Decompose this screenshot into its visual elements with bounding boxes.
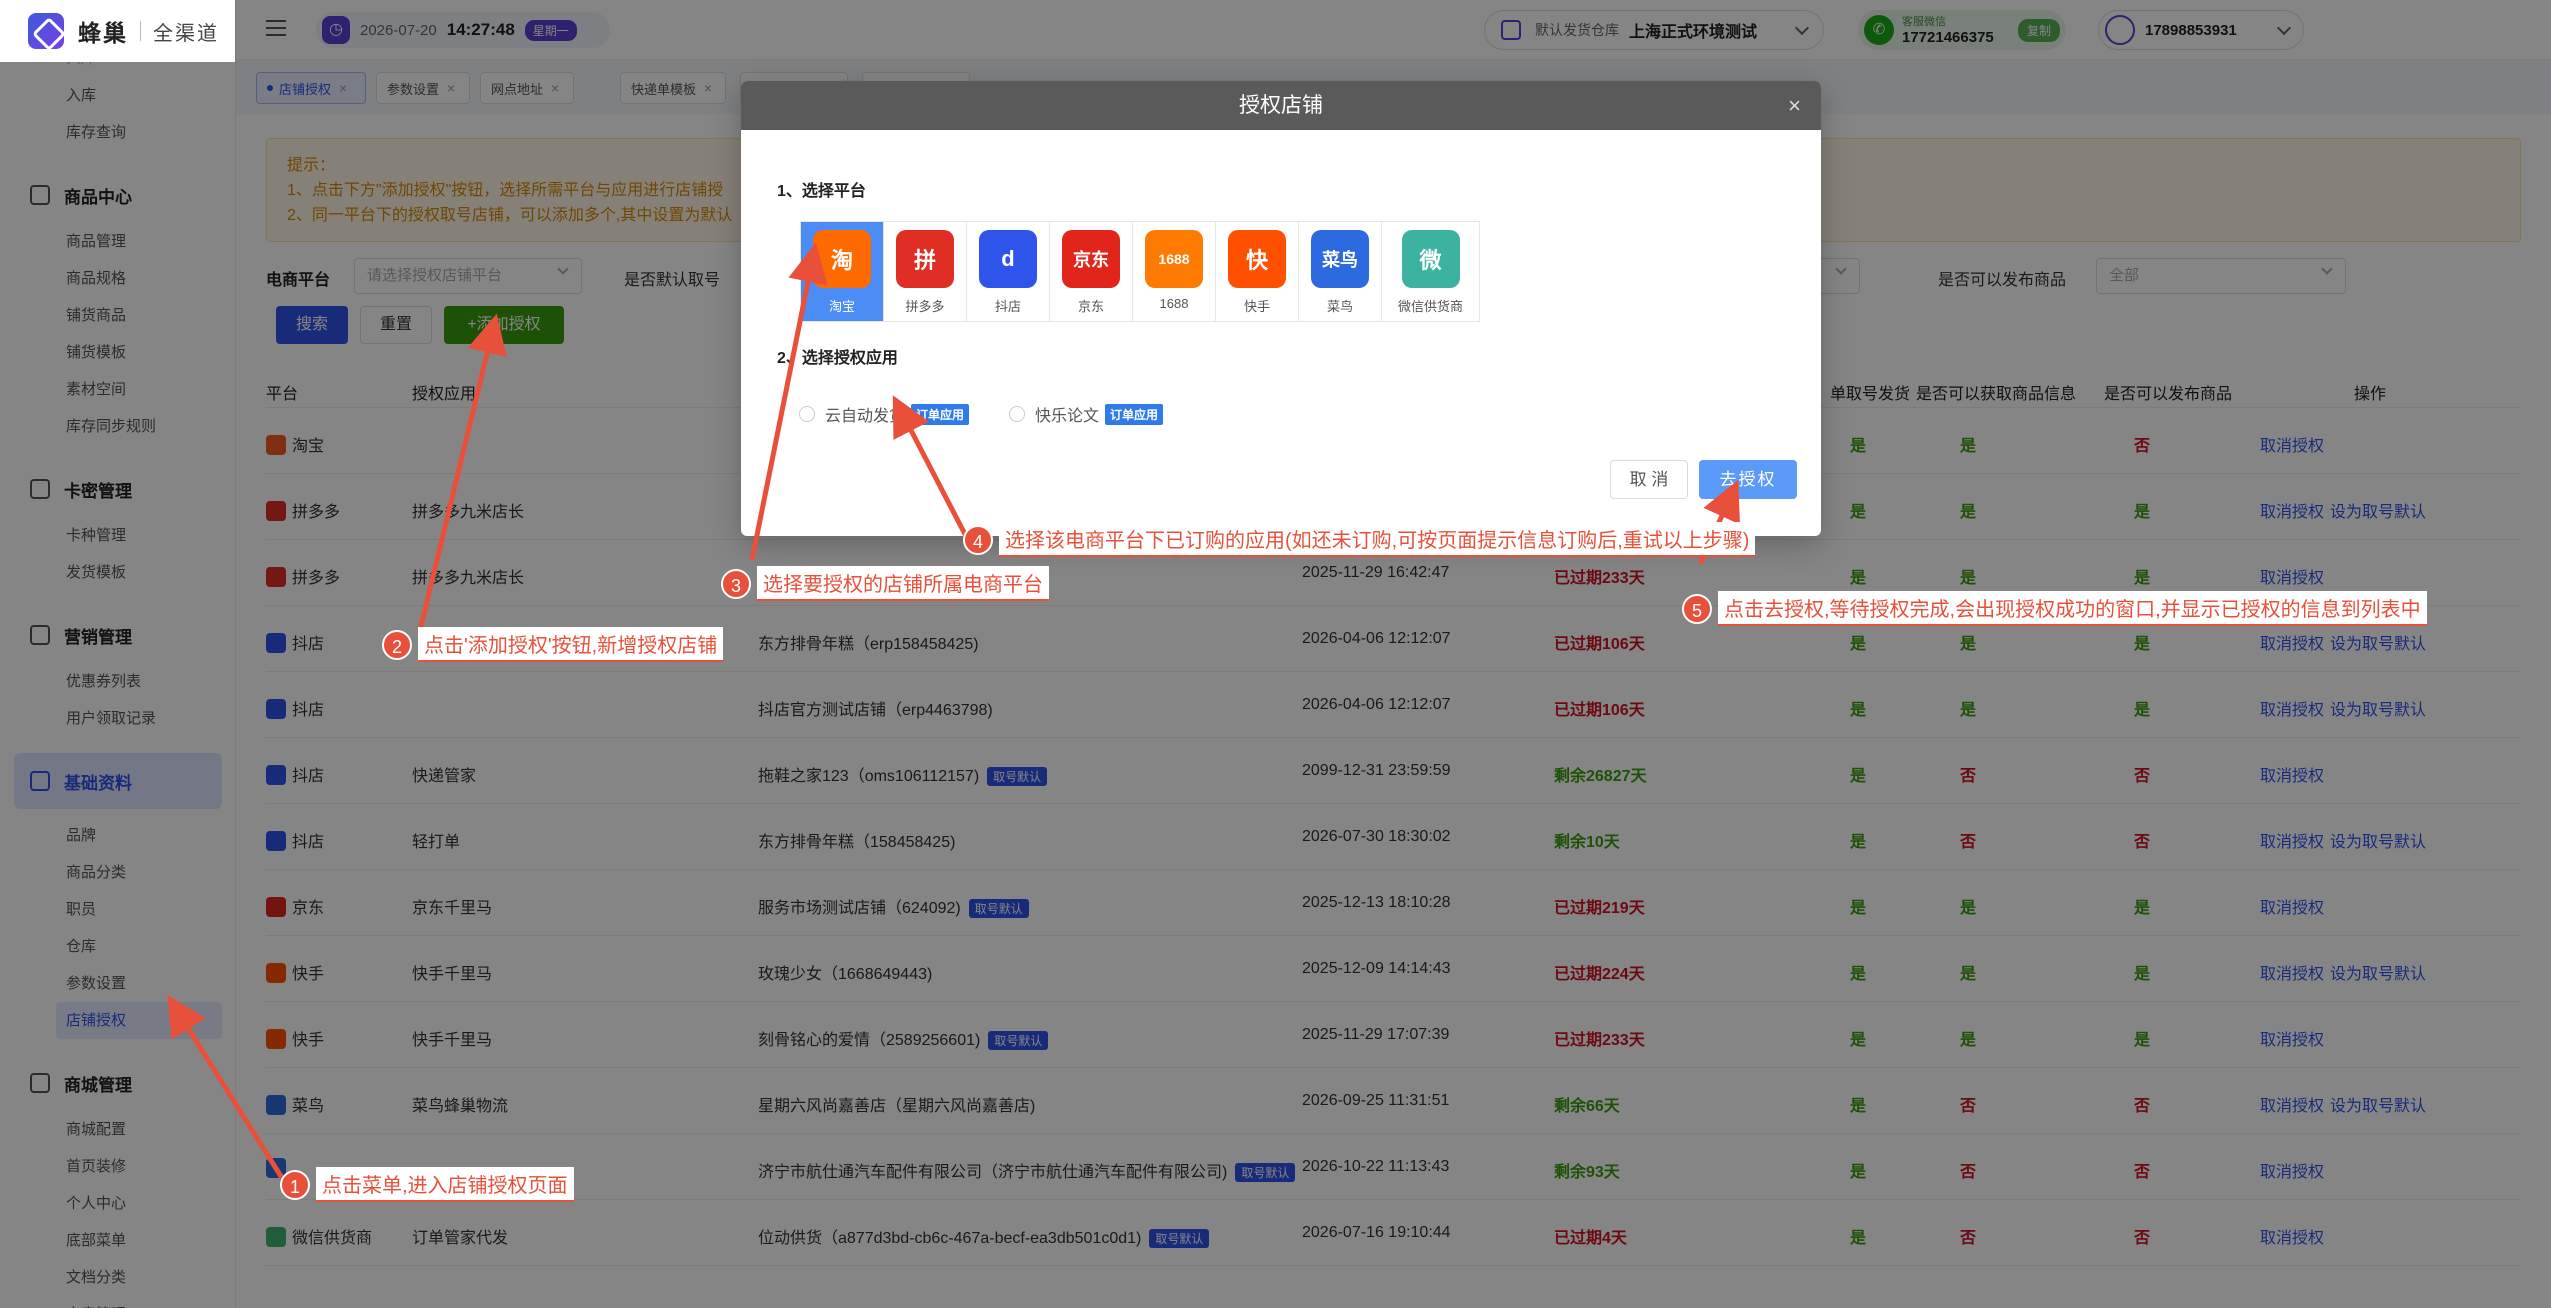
annotation-5: 5 点击去授权,等待授权完成,会出现授权成功的窗口,并显示已授权的信息到列表中 (1682, 591, 2427, 626)
app-badge: 订单应用 (1105, 403, 1164, 425)
platform-option[interactable]: 淘淘宝 (801, 222, 884, 321)
platform-picker: 淘淘宝拼拼多多 d 抖店 京东 京东 1688 1688 快快手 菜鸟 菜鸟微微信供货商 (800, 221, 1480, 322)
app-badge: 订单应用 (911, 403, 970, 425)
platform-option[interactable]: d 抖店 (967, 222, 1050, 321)
annotation-text: 选择要授权的店铺所属电商平台 (757, 566, 1049, 601)
app-name: 快乐论文 (1035, 408, 1100, 425)
annotation-number: 2 (382, 629, 412, 660)
cancel-button[interactable]: 取 消 (1610, 460, 1688, 499)
platform-option[interactable]: 京东 京东 (1050, 222, 1133, 321)
annotation-number: 5 (1682, 593, 1712, 624)
modal-title: 授权店铺 (1239, 94, 1323, 117)
platform-logo-icon: 快 (1228, 230, 1286, 288)
app-name: 蜂巢 (78, 20, 128, 46)
app-name: 云自动发货 (825, 408, 906, 425)
annotation-number: 1 (280, 1169, 310, 1200)
platform-option[interactable]: 快快手 (1216, 222, 1299, 321)
platform-logo-icon: 拼 (896, 230, 954, 288)
platform-name: 1688 (1159, 296, 1189, 311)
platform-name: 抖店 (994, 299, 1021, 314)
platform-logo-icon: 京东 (1062, 230, 1120, 288)
auth-shop-modal: 授权店铺 × 1、选择平台 淘淘宝拼拼多多 d 抖店 京东 京东 1688 1688 快快手菜… (741, 81, 1821, 536)
platform-logo-icon: 微 (1401, 230, 1460, 288)
radio-icon[interactable] (1009, 406, 1026, 422)
platform-logo-icon: 1688 (1145, 230, 1203, 288)
app-picker: 云自动发货 订单应用 快乐论文 订单应用 (799, 402, 1203, 426)
app-option-kuaile[interactable]: 快乐论文 订单应用 (1009, 402, 1164, 426)
platform-logo-icon: 菜鸟 (1311, 230, 1369, 288)
platform-option[interactable]: 菜鸟 菜鸟 (1299, 222, 1382, 321)
platform-logo-icon: d (979, 230, 1037, 288)
annotation-text: 点击'添加授权'按钮,新增授权店铺 (418, 627, 724, 662)
radio-icon[interactable] (799, 406, 815, 422)
annotation-text: 点击去授权,等待授权完成,会出现授权成功的窗口,并显示已授权的信息到列表中 (1718, 591, 2427, 626)
annotation-number: 4 (963, 524, 993, 555)
annotation-text: 点击菜单,进入店铺授权页面 (316, 1167, 574, 1202)
annotation-1: 1 点击菜单,进入店铺授权页面 (280, 1167, 574, 1202)
platform-logo-icon: 淘 (813, 230, 871, 288)
annotation-4: 4 选择该电商平台下已订购的应用(如还未订购,可按页面提示信息订购后,重试以上步骤… (963, 522, 1756, 557)
platform-name: 菜鸟 (1326, 299, 1353, 314)
platform-name: 快手 (1243, 299, 1270, 314)
annotation-number: 3 (721, 568, 751, 599)
platform-option[interactable]: 微微信供货商 (1382, 222, 1479, 321)
annotation-text: 选择该电商平台下已订购的应用(如还未订购,可按页面提示信息订购后,重试以上步骤) (999, 522, 1756, 557)
platform-option[interactable]: 1688 1688 (1133, 222, 1216, 321)
app-logo: 蜂巢 全渠道 (0, 0, 235, 62)
hive-logo-icon (28, 13, 64, 49)
divider (140, 21, 141, 41)
close-icon[interactable]: × (1788, 81, 1801, 130)
platform-name: 京东 (1077, 299, 1104, 314)
app-subtitle: 全渠道 (153, 22, 219, 45)
annotation-3: 3 选择要授权的店铺所属电商平台 (721, 566, 1049, 601)
platform-name: 拼多多 (905, 299, 945, 314)
step1-title: 1、选择平台 (777, 183, 866, 200)
platform-name: 微信供货商 (1397, 299, 1463, 314)
annotation-2: 2 点击'添加授权'按钮,新增授权店铺 (382, 627, 724, 662)
platform-option[interactable]: 拼拼多多 (884, 222, 967, 321)
step2-title: 2、选择授权应用 (777, 350, 898, 367)
modal-header: 授权店铺 × (741, 81, 1821, 130)
platform-name: 淘宝 (828, 299, 855, 314)
go-auth-button[interactable]: 去授权 (1699, 460, 1797, 499)
app-option-yun[interactable]: 云自动发货 订单应用 (799, 402, 970, 426)
